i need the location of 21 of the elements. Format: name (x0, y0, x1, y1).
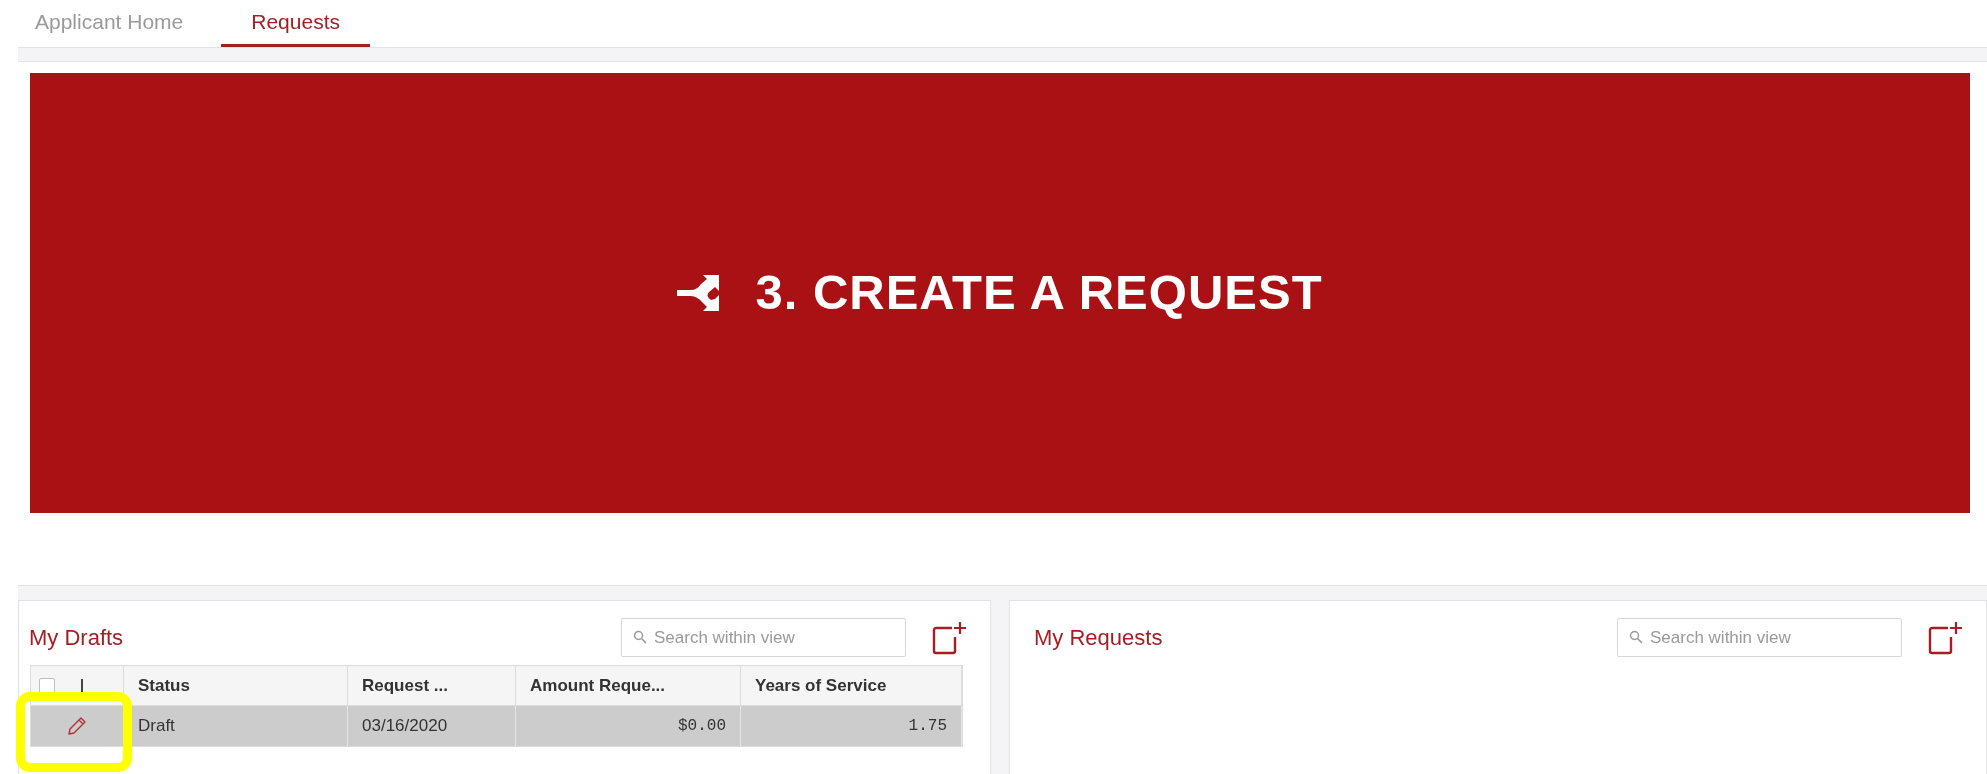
column-header[interactable]: Years of Service (741, 666, 962, 705)
banner-title: 3. CREATE A REQUEST (755, 264, 1323, 322)
table-cell: 1.75 (741, 706, 962, 746)
pencil-icon[interactable] (67, 716, 87, 736)
add-new-button[interactable] (1928, 620, 1962, 655)
column-header[interactable]: Status (124, 666, 348, 705)
table-cell: $0.00 (516, 706, 741, 746)
panel-title: My Requests (1033, 624, 1163, 652)
table-cell: 03/16/2020 (348, 706, 516, 746)
select-all-checkbox[interactable] (39, 677, 55, 694)
column-header[interactable]: Request ... (348, 666, 516, 705)
search-field[interactable]: Search within view (621, 618, 906, 657)
search-icon (633, 630, 647, 644)
column-header[interactable]: Amount Reque... (516, 666, 741, 705)
create-request-banner[interactable]: 3. CREATE A REQUEST (30, 73, 1970, 513)
table-cell: Draft (124, 706, 348, 746)
search-icon (1629, 630, 1643, 644)
add-new-button[interactable] (932, 620, 966, 655)
table-row[interactable]: Draft 03/16/2020 $0.00 1.75 (31, 706, 962, 746)
search-field[interactable]: Search within view (1617, 618, 1902, 657)
panel-title: My Drafts (29, 624, 124, 652)
